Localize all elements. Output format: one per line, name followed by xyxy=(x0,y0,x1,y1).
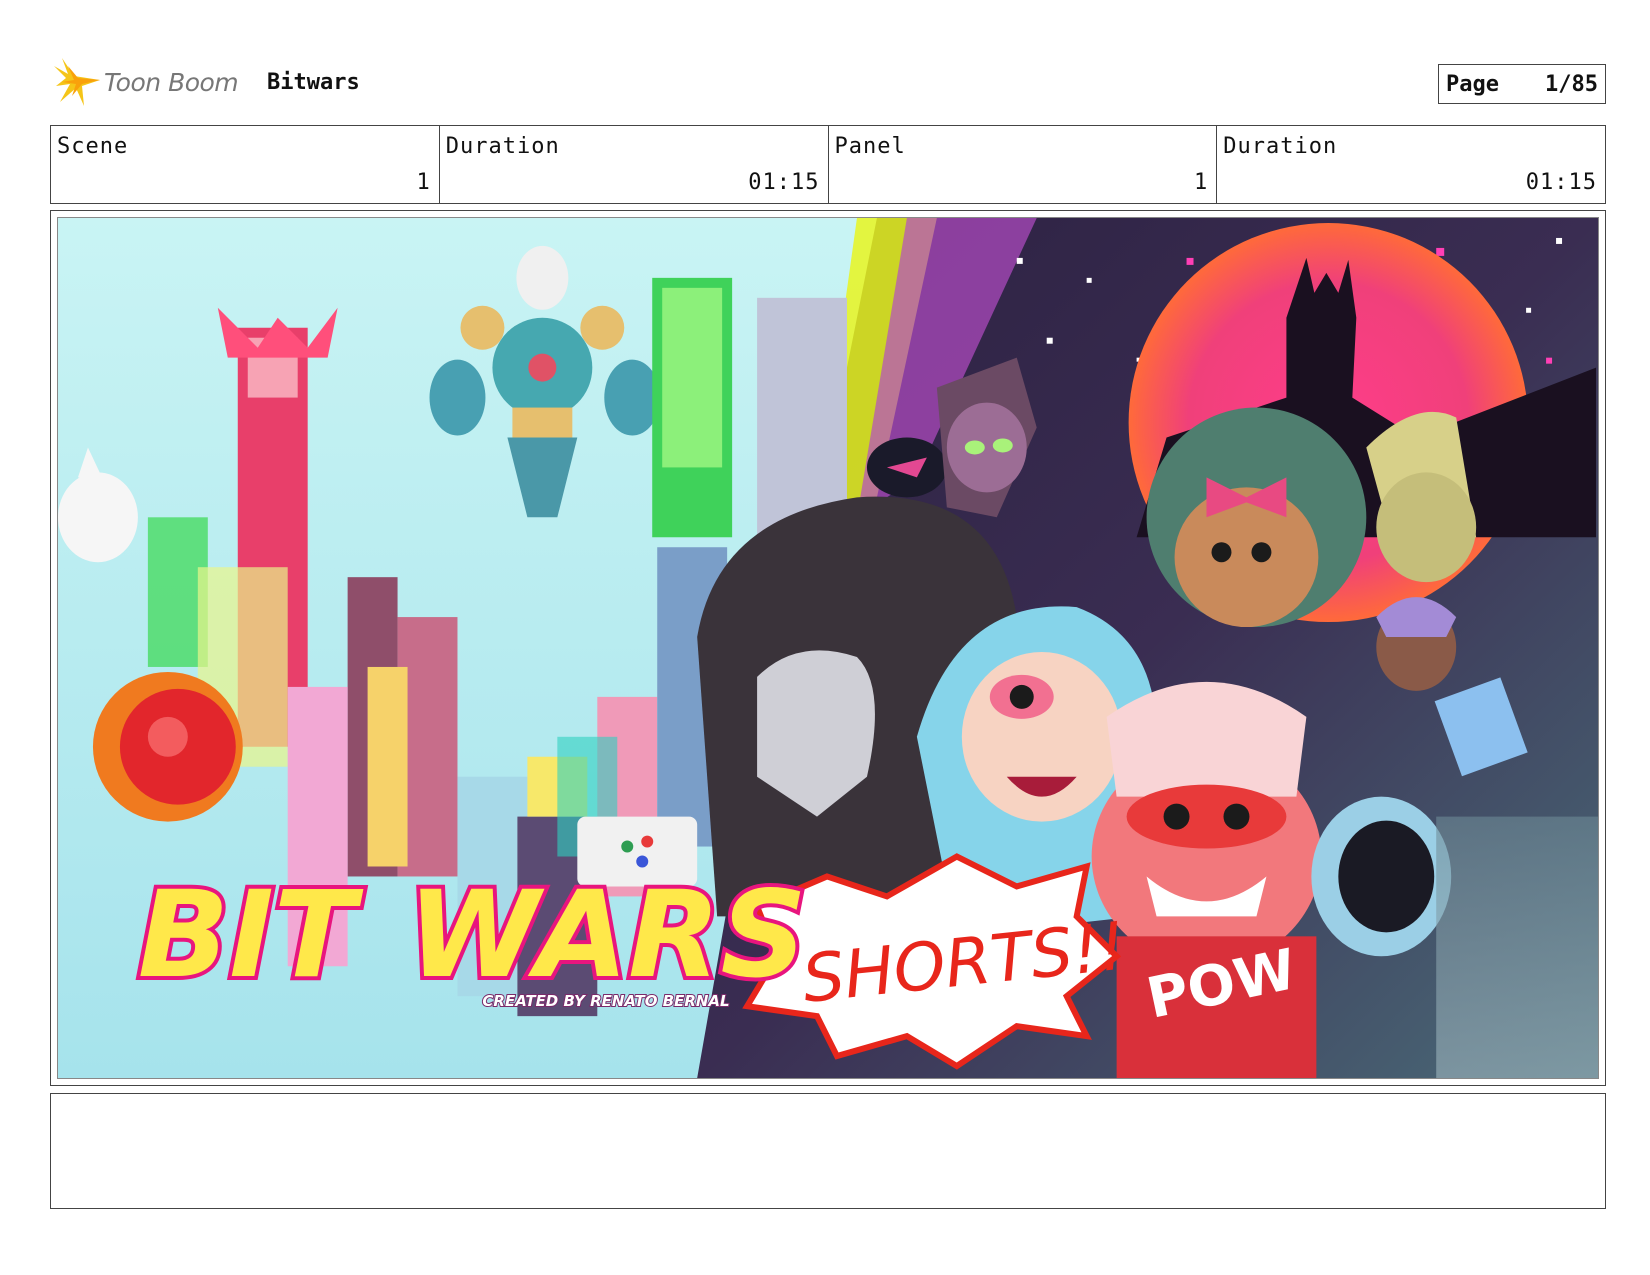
panel-notes-box[interactable] xyxy=(50,1093,1606,1209)
scene-duration-cell: Duration 01:15 xyxy=(438,126,828,203)
star-burst-icon xyxy=(54,58,100,106)
panel-cell: Panel 1 xyxy=(827,126,1217,203)
panel-duration-value: 01:15 xyxy=(1525,170,1597,195)
panel-value: 1 xyxy=(1194,170,1209,195)
logo-text: Toon Boom xyxy=(104,67,239,97)
panel-label: Panel xyxy=(834,134,906,159)
credit-text: CREATED BY RENATO BERNAL xyxy=(482,992,729,1010)
panel-artwork: BIT WARS SHORTS!! CREATED BY RENATO BERN… xyxy=(57,217,1599,1079)
title-wars: WARS xyxy=(408,866,807,1005)
scene-duration-label: Duration xyxy=(445,134,560,159)
scene-duration-value: 01:15 xyxy=(748,170,820,195)
page-label: Page xyxy=(1446,71,1499,97)
title-bit: BIT xyxy=(138,866,364,1005)
scene-label: Scene xyxy=(57,134,129,159)
scene-value: 1 xyxy=(416,170,431,195)
storyboard-panel: BIT WARS SHORTS!! CREATED BY RENATO BERN… xyxy=(50,210,1606,1086)
project-title: Bitwars xyxy=(267,70,360,95)
panel-info-table: Scene 1 Duration 01:15 Panel 1 Duration … xyxy=(50,125,1606,204)
bitwars-poster-image: BIT WARS SHORTS!! CREATED BY RENATO BERN… xyxy=(58,218,1598,1078)
panel-duration-label: Duration xyxy=(1223,134,1338,159)
scene-cell: Scene 1 xyxy=(51,126,439,203)
panel-duration-cell: Duration 01:15 xyxy=(1216,126,1605,203)
page-indicator: Page 1/85 xyxy=(1438,64,1606,104)
toon-boom-logo: Toon Boom xyxy=(54,56,239,108)
page-value: 1/85 xyxy=(1545,71,1598,97)
